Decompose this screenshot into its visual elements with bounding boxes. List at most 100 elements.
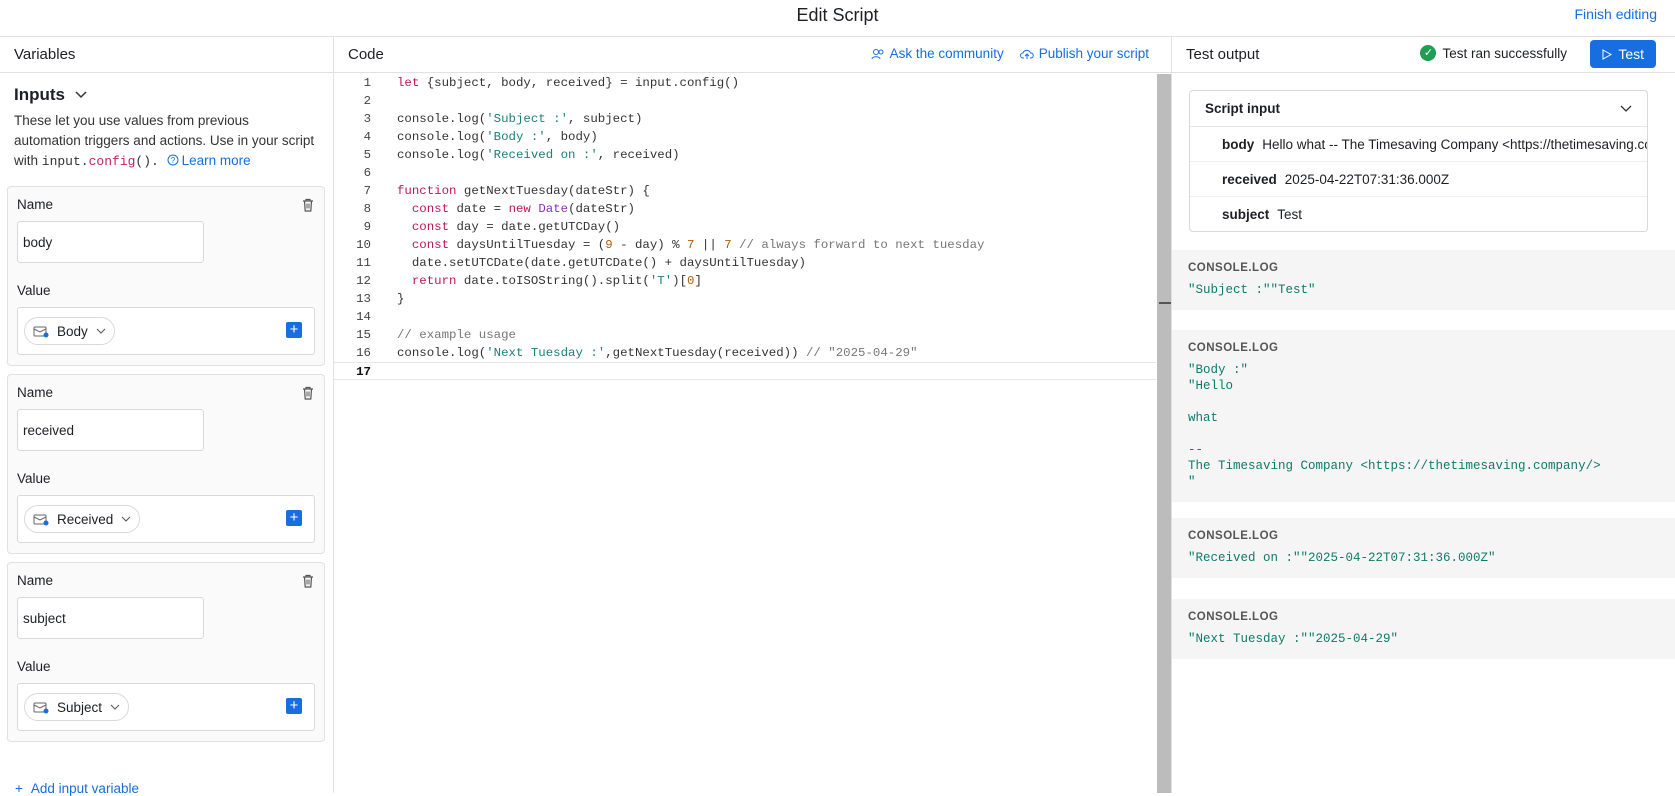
line-number: 6 (334, 164, 371, 182)
name-label: Name (17, 573, 53, 588)
input-key: body (1222, 137, 1254, 152)
line-number: 9 (334, 218, 371, 236)
variable-value-field: Subject + (17, 683, 315, 731)
editor-scrollbar[interactable] (1157, 74, 1171, 793)
trash-icon[interactable] (300, 573, 316, 589)
code-line[interactable]: 10 const daysUntilTuesday = (9 - day) % … (334, 236, 1156, 254)
value-token-dropdown[interactable]: Subject (24, 693, 129, 721)
publish-script-link[interactable]: Publish your script (1020, 46, 1149, 61)
code-line[interactable]: 17 (334, 362, 1156, 380)
finish-editing-button[interactable]: Finish editing (1575, 6, 1658, 22)
chevron-down-icon (75, 91, 87, 99)
script-input-toggle[interactable]: Script input (1190, 91, 1647, 127)
input-variable-card: Name body Value Body + (7, 186, 325, 366)
line-number: 1 (334, 74, 371, 92)
script-input-row: body Hello what -- The Timesaving Company… (1190, 127, 1647, 162)
input-value: Test (1277, 207, 1302, 222)
code-text: date.setUTCDate(date.getUTCDate() + days… (397, 254, 806, 272)
line-number: 14 (334, 308, 371, 326)
code-line[interactable]: 13} (334, 290, 1156, 308)
code-editor[interactable]: 1let {subject, body, received} = input.c… (334, 74, 1156, 380)
add-token-button[interactable]: + (286, 698, 302, 714)
name-label: Name (17, 197, 53, 212)
log-text: "Subject :""Test" (1188, 282, 1659, 298)
value-token-dropdown[interactable]: Received (24, 505, 140, 533)
code-text: console.log('Next Tuesday :',getNextTues… (397, 344, 918, 362)
line-number: 10 (334, 236, 371, 254)
chevron-down-icon (121, 516, 131, 522)
trash-icon[interactable] (300, 197, 316, 213)
line-number: 2 (334, 92, 371, 110)
log-tag: CONSOLE.LOG (1188, 611, 1659, 623)
add-token-button[interactable]: + (286, 510, 302, 526)
variable-name-input[interactable]: body (17, 221, 204, 263)
top-bar: Edit Script Finish editing (0, 0, 1675, 31)
input-value: Hello what -- The Timesaving Company <ht… (1262, 137, 1647, 152)
code-line[interactable]: 12 return date.toISOString().split('T')[… (334, 272, 1156, 290)
variable-value-field: Body + (17, 307, 315, 355)
play-icon (1602, 49, 1612, 60)
code-text: // example usage (397, 326, 516, 344)
line-number: 7 (334, 182, 371, 200)
value-token-dropdown[interactable]: Body (24, 317, 115, 345)
input-variable-card: Name subject Value Subject + (7, 562, 325, 742)
code-line[interactable]: 8 const date = new Date(dateStr) (334, 200, 1156, 218)
value-label: Value (17, 659, 51, 674)
plus-icon: + (15, 781, 23, 796)
learn-more-link[interactable]: ?Learn more (163, 153, 251, 168)
code-text: console.log('Subject :', subject) (397, 110, 642, 128)
code-text: const date = new Date(dateStr) (397, 200, 635, 218)
mail-icon (33, 324, 49, 338)
code-line[interactable]: 5console.log('Received on :', received) (334, 146, 1156, 164)
inputs-description: These let you use values from previous a… (14, 111, 319, 172)
add-input-variable-button[interactable]: + Add input variable (15, 781, 139, 796)
cloud-upload-icon (1020, 48, 1034, 60)
code-line[interactable]: 9 const day = date.getUTCDay() (334, 218, 1156, 236)
test-button[interactable]: Test (1590, 40, 1656, 68)
code-snippet: input.config(). (42, 154, 159, 169)
line-number: 13 (334, 290, 371, 308)
code-text: console.log('Received on :', received) (397, 146, 680, 164)
test-status: ✓ Test ran successfully (1420, 45, 1567, 61)
community-icon (871, 48, 885, 60)
ask-community-link[interactable]: Ask the community (871, 46, 1004, 61)
code-line[interactable]: 11 date.setUTCDate(date.getUTCDate() + d… (334, 254, 1156, 272)
code-line[interactable]: 1let {subject, body, received} = input.c… (334, 74, 1156, 92)
code-line[interactable]: 6 (334, 164, 1156, 182)
variable-name-input[interactable]: received (17, 409, 204, 451)
input-value: 2025-04-22T07:31:36.000Z (1285, 172, 1449, 187)
input-key: received (1222, 172, 1277, 187)
code-text: } (397, 290, 404, 308)
code-line[interactable]: 7 function getNextTuesday(dateStr) { (334, 182, 1156, 200)
trash-icon[interactable] (300, 385, 316, 401)
code-line[interactable]: 15// example usage (334, 326, 1156, 344)
code-line[interactable]: 16console.log('Next Tuesday :',getNextTu… (334, 344, 1156, 362)
name-label: Name (17, 385, 53, 400)
variables-panel: Variables Inputs These let you use value… (0, 36, 334, 793)
log-tag: CONSOLE.LOG (1188, 342, 1659, 354)
input-key: subject (1222, 207, 1269, 222)
code-text: function getNextTuesday(dateStr) { (397, 182, 650, 200)
chevron-down-icon (96, 328, 106, 334)
code-line[interactable]: 14 (334, 308, 1156, 326)
value-label: Value (17, 283, 51, 298)
test-output-panel: Test output ✓ Test ran successfully Test… (1172, 36, 1675, 793)
code-line[interactable]: 4console.log('Body :', body) (334, 128, 1156, 146)
input-variable-card: NamereceivedValueReceived+ (7, 374, 325, 554)
line-number: 8 (334, 200, 371, 218)
chevron-down-icon (1620, 105, 1632, 113)
script-input-row: subject Test (1190, 197, 1647, 232)
variable-name-input[interactable]: subject (17, 597, 204, 639)
line-number: 12 (334, 272, 371, 290)
svg-text:?: ? (170, 156, 175, 165)
console-log-entry: CONSOLE.LOG "Next Tuesday :""2025-04-29" (1172, 599, 1675, 659)
inputs-title: Inputs (14, 85, 65, 105)
add-token-button[interactable]: + (286, 322, 302, 338)
log-text: "Next Tuesday :""2025-04-29" (1188, 631, 1659, 647)
code-line[interactable]: 2 (334, 92, 1156, 110)
inputs-toggle[interactable]: Inputs (14, 85, 319, 105)
page-title: Edit Script (796, 5, 878, 26)
variable-value-field: Received + (17, 495, 315, 543)
script-input-row: received 2025-04-22T07:31:36.000Z (1190, 162, 1647, 197)
code-line[interactable]: 3console.log('Subject :', subject) (334, 110, 1156, 128)
